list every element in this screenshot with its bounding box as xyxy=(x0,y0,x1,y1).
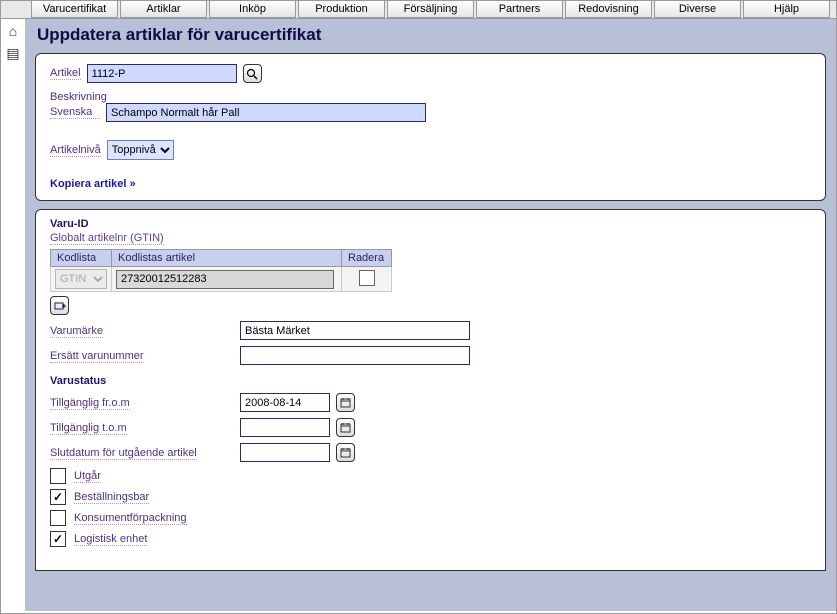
varumarke-label: Varumärke xyxy=(50,325,103,338)
ersatt-input[interactable] xyxy=(240,346,470,365)
menu-varucertifikat[interactable]: Varucertifikat xyxy=(31,1,118,18)
artikelniva-label: Artikelnivå xyxy=(50,144,101,157)
menu-hjalp[interactable]: Hjälp xyxy=(743,1,830,18)
varuid-section: Varu-ID Globalt artikelnr (GTIN) Kodlist… xyxy=(35,209,826,571)
menu-diverse[interactable]: Diverse xyxy=(654,1,741,18)
tillg-from-input[interactable] xyxy=(240,393,330,412)
menu-redovisning[interactable]: Redovisning xyxy=(565,1,652,18)
menu-forsaljning[interactable]: Försäljning xyxy=(387,1,474,18)
tillg-tom-input[interactable] xyxy=(240,418,330,437)
kodlista-header: Kodlista xyxy=(51,250,112,267)
svenska-label: Svenska xyxy=(50,106,100,119)
menu-artiklar[interactable]: Artiklar xyxy=(120,1,207,18)
logistik-checkbox[interactable]: ✓ xyxy=(50,531,66,547)
calendar-icon[interactable] xyxy=(336,418,355,437)
artikel-input[interactable] xyxy=(87,64,237,83)
menu-inkop[interactable]: Inköp xyxy=(209,1,296,18)
kodartikel-header: Kodlistas artikel xyxy=(112,250,342,267)
add-row-icon[interactable] xyxy=(50,296,69,315)
home-icon[interactable]: ⌂ xyxy=(1,23,25,39)
slutdatum-label: Slutdatum för utgående artikel xyxy=(50,447,197,460)
artikelniva-select[interactable]: Toppnivå xyxy=(107,140,174,160)
ersatt-label: Ersätt varunummer xyxy=(50,350,144,363)
gtin-table: Kodlista Kodlistas artikel Radera GTIN xyxy=(50,249,392,292)
grid-icon[interactable]: ▤ xyxy=(1,45,25,62)
kodartikel-input[interactable] xyxy=(116,270,334,289)
search-icon[interactable] xyxy=(243,64,262,83)
page-title: Uppdatera artiklar för varucertifikat xyxy=(37,25,826,45)
left-toolbar: ⌂ ▤ xyxy=(1,19,25,68)
tillg-tom-label: Tillgänglig t.o.m xyxy=(50,422,127,435)
menu-produktion[interactable]: Produktion xyxy=(298,1,385,18)
radera-checkbox[interactable] xyxy=(359,270,375,286)
main-menu-bar: Varucertifikat Artiklar Inköp Produktion… xyxy=(1,1,836,19)
beskrivning-label: Beskrivning xyxy=(50,91,107,103)
article-card: Artikel Beskrivning Svenska Artikelnivå … xyxy=(35,53,826,201)
calendar-icon[interactable] xyxy=(336,393,355,412)
calendar-icon[interactable] xyxy=(336,443,355,462)
kopiera-artikel-link[interactable]: Kopiera artikel » xyxy=(50,178,136,190)
varuid-title: Varu-ID xyxy=(50,218,811,230)
table-row: GTIN xyxy=(51,267,392,292)
utgar-label: Utgår xyxy=(74,470,101,483)
utgar-checkbox[interactable] xyxy=(50,468,66,484)
logistik-label: Logistisk enhet xyxy=(74,533,147,546)
tillg-from-label: Tillgänglig fr.o.m xyxy=(50,397,130,410)
main-panel: Uppdatera artiklar för varucertifikat Ar… xyxy=(25,19,836,611)
radera-header: Radera xyxy=(342,250,392,267)
konsument-checkbox[interactable] xyxy=(50,510,66,526)
menu-partners[interactable]: Partners xyxy=(476,1,563,18)
artikel-label: Artikel xyxy=(50,67,81,80)
slutdatum-input[interactable] xyxy=(240,443,330,462)
varumarke-input[interactable] xyxy=(240,321,470,340)
konsument-label: Konsumentförpackning xyxy=(74,512,187,525)
kodlista-select: GTIN xyxy=(55,269,107,289)
varustatus-title: Varustatus xyxy=(50,375,811,387)
gtin-label: Globalt artikelnr (GTIN) xyxy=(50,232,164,245)
svenska-input[interactable] xyxy=(106,103,426,122)
bestallningsbar-label: Beställningsbar xyxy=(74,491,149,504)
bestallningsbar-checkbox[interactable]: ✓ xyxy=(50,489,66,505)
